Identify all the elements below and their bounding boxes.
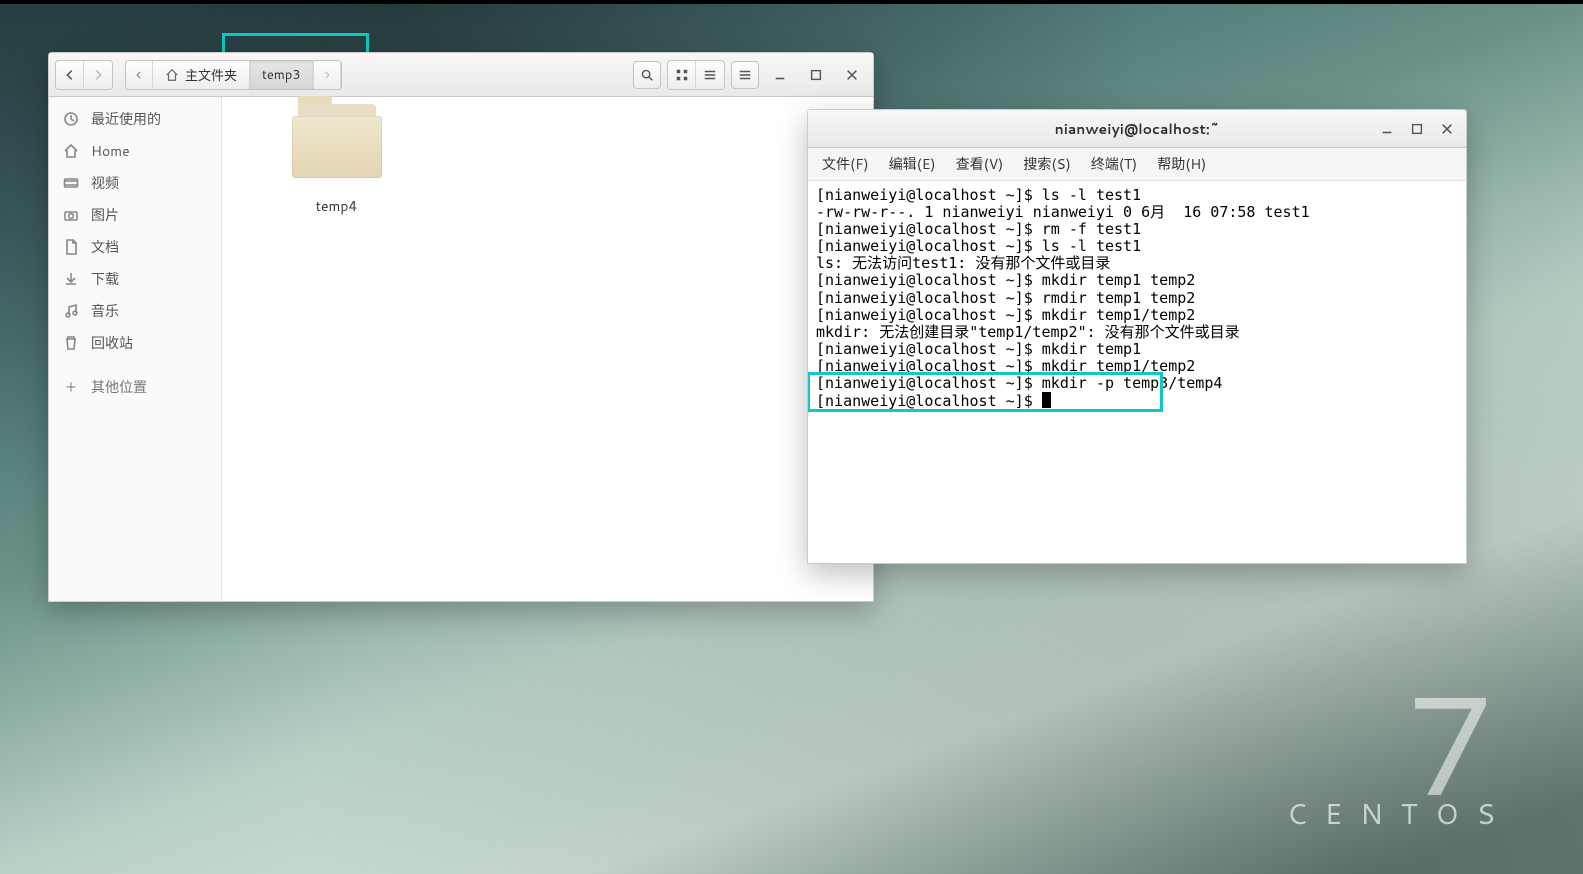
path-prev-button[interactable] — [126, 61, 153, 89]
sidebar-item-music[interactable]: 音乐 — [49, 295, 221, 327]
window-close-button[interactable] — [1432, 114, 1462, 144]
sidebar-item-label: 最近使用的 — [91, 109, 161, 129]
file-manager-body: 最近使用的 Home 视频 图片 文档 — [49, 97, 873, 601]
sidebar-item-label: 其他位置 — [91, 377, 147, 397]
folder-label: temp4 — [269, 196, 404, 216]
sidebar-item-documents[interactable]: 文档 — [49, 231, 221, 263]
music-icon — [63, 303, 79, 319]
file-manager-window: 主文件夹 temp3 — [48, 52, 874, 602]
terminal-output[interactable]: [nianweiyi@localhost ~]$ ls -l test1 -rw… — [808, 181, 1466, 563]
sidebar-item-label: 下载 — [91, 269, 119, 289]
file-view[interactable]: temp4 — [222, 97, 873, 601]
sidebar-item-label: 文档 — [91, 237, 119, 257]
grid-icon — [675, 68, 689, 82]
path-home[interactable]: 主文件夹 — [153, 61, 250, 89]
path-current[interactable]: temp3 — [250, 61, 314, 89]
terminal-menubar: 文件(F) 编辑(E) 查看(V) 搜索(S) 终端(T) 帮助(H) — [808, 148, 1466, 181]
path-bar: 主文件夹 temp3 — [125, 60, 342, 90]
terminal-line: [nianweiyi@localhost ~]$ mkdir temp1/tem… — [816, 357, 1195, 375]
menu-edit[interactable]: 编辑(E) — [879, 148, 946, 180]
hamburger-menu-button[interactable] — [731, 61, 759, 89]
terminal-line: [nianweiyi@localhost ~]$ rmdir temp1 tem… — [816, 289, 1195, 307]
nav-back-button[interactable] — [56, 61, 84, 89]
terminal-titlebar: nianweiyi@localhost:~ — [808, 110, 1466, 148]
terminal-title: nianweiyi@localhost:~ — [1055, 119, 1220, 139]
window-minimize-button[interactable] — [765, 61, 795, 89]
file-manager-titlebar: 主文件夹 temp3 — [49, 53, 873, 97]
terminal-line: [nianweiyi@localhost ~]$ mkdir temp1 — [816, 340, 1141, 358]
search-button[interactable] — [633, 61, 661, 89]
folder-icon — [292, 104, 382, 182]
window-maximize-button[interactable] — [801, 61, 831, 89]
document-icon — [63, 239, 79, 255]
sidebar-item-label: 回收站 — [91, 333, 133, 353]
sidebar-item-home[interactable]: Home — [49, 135, 221, 167]
centos-brand: 7 CENTOS — [1287, 672, 1513, 834]
desktop: 主文件夹 temp3 — [0, 0, 1583, 874]
close-icon — [845, 68, 859, 82]
video-icon — [63, 175, 79, 191]
centos-version: 7 — [1287, 672, 1513, 812]
home-icon — [165, 68, 179, 82]
menu-file[interactable]: 文件(F) — [812, 148, 879, 180]
window-minimize-button[interactable] — [1372, 114, 1402, 144]
sidebar-item-other-locations[interactable]: + 其他位置 — [49, 369, 221, 404]
folder-temp4[interactable]: temp4 — [269, 104, 404, 216]
terminal-line: -rw-rw-r--. 1 nianweiyi nianweiyi 0 6月 1… — [816, 203, 1310, 221]
menu-terminal[interactable]: 终端(T) — [1081, 148, 1147, 180]
download-icon — [63, 271, 79, 287]
sidebar-item-downloads[interactable]: 下载 — [49, 263, 221, 295]
menu-view[interactable]: 查看(V) — [946, 148, 1014, 180]
menu-help[interactable]: 帮助(H) — [1147, 148, 1216, 180]
window-maximize-button[interactable] — [1402, 114, 1432, 144]
camera-icon — [63, 207, 79, 223]
maximize-icon — [809, 68, 823, 82]
view-list-button[interactable] — [696, 61, 724, 89]
terminal-line: [nianweiyi@localhost ~]$ ls -l test1 — [816, 237, 1141, 255]
menu-search[interactable]: 搜索(S) — [1013, 148, 1080, 180]
nav-forward-button[interactable] — [84, 61, 112, 89]
sidebar-item-videos[interactable]: 视频 — [49, 167, 221, 199]
terminal-line: ls: 无法访问test1: 没有那个文件或目录 — [816, 254, 1110, 272]
window-close-button[interactable] — [837, 61, 867, 89]
hamburger-icon — [738, 68, 752, 82]
terminal-line: mkdir: 无法创建目录"temp1/temp2": 没有那个文件或目录 — [816, 323, 1240, 341]
terminal-prompt: [nianweiyi@localhost ~]$ — [816, 392, 1042, 410]
sidebar-item-trash[interactable]: 回收站 — [49, 327, 221, 359]
view-mode-group — [667, 60, 725, 90]
list-icon — [703, 68, 717, 82]
centos-name: CENTOS — [1287, 794, 1513, 834]
sidebar-item-pictures[interactable]: 图片 — [49, 199, 221, 231]
path-next-button[interactable] — [314, 61, 341, 89]
sidebar-item-recent[interactable]: 最近使用的 — [49, 103, 221, 135]
terminal-window: nianweiyi@localhost:~ 文件(F) 编辑(E) 查看(V) … — [807, 109, 1467, 564]
sidebar: 最近使用的 Home 视频 图片 文档 — [49, 97, 222, 601]
plus-icon: + — [63, 375, 79, 398]
terminal-line: [nianweiyi@localhost ~]$ rm -f test1 — [816, 220, 1141, 238]
view-grid-button[interactable] — [668, 61, 696, 89]
trash-icon — [63, 335, 79, 351]
terminal-line: [nianweiyi@localhost ~]$ mkdir -p temp3/… — [816, 374, 1222, 392]
sidebar-item-label: 视频 — [91, 173, 119, 193]
sidebar-item-label: 图片 — [91, 205, 119, 225]
sidebar-item-label: Home — [91, 141, 130, 161]
terminal-line: [nianweiyi@localhost ~]$ mkdir temp1 tem… — [816, 271, 1195, 289]
terminal-line: [nianweiyi@localhost ~]$ ls -l test1 — [816, 186, 1141, 204]
terminal-cursor — [1042, 392, 1051, 408]
minimize-icon — [773, 68, 787, 82]
home-icon — [63, 143, 79, 159]
search-icon — [640, 68, 654, 82]
path-home-label: 主文件夹 — [185, 65, 237, 85]
sidebar-item-label: 音乐 — [91, 301, 119, 321]
gnome-topbar — [0, 0, 1583, 4]
nav-back-forward — [55, 60, 113, 90]
terminal-line: [nianweiyi@localhost ~]$ mkdir temp1/tem… — [816, 306, 1195, 324]
path-current-label: temp3 — [262, 66, 301, 84]
clock-icon — [63, 111, 79, 127]
